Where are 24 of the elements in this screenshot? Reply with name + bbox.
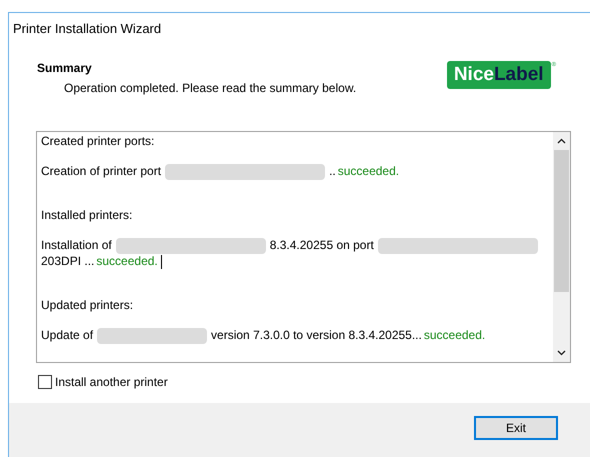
section-title: Summary: [37, 60, 93, 77]
scrollbar[interactable]: [553, 132, 570, 362]
log-text: version 7.3.0.0 to version 8.3.4.20255...: [211, 327, 422, 344]
success-text: succeeded.: [338, 163, 400, 180]
log-text: Update of: [41, 327, 94, 344]
exit-button[interactable]: Exit: [474, 416, 558, 440]
scrollbar-thumb[interactable]: [554, 150, 569, 292]
log-text: Creation of printer port: [41, 163, 162, 180]
text-cursor: [160, 254, 162, 269]
log-text: Installed printers:: [41, 207, 132, 224]
window-title: Printer Installation Wizard: [12, 20, 162, 38]
checkbox[interactable]: [38, 374, 52, 389]
success-text: succeeded.: [424, 327, 486, 344]
scroll-down-icon[interactable]: [557, 350, 566, 356]
log-text: 8.3.4.20255 on port: [270, 237, 374, 254]
log-text: Created printer ports:: [41, 133, 154, 150]
scroll-up-icon[interactable]: [557, 138, 566, 144]
log-text: 203DPI ...: [41, 253, 94, 270]
section-subtitle: Operation completed. Please read the summary below.: [63, 80, 358, 97]
log-text: Updated printers:: [41, 297, 134, 314]
log-text: Installation of: [41, 237, 112, 254]
log-text: ..: [329, 163, 336, 180]
success-text: succeeded.: [96, 253, 158, 270]
checkbox-label[interactable]: Install another printer: [55, 372, 168, 391]
